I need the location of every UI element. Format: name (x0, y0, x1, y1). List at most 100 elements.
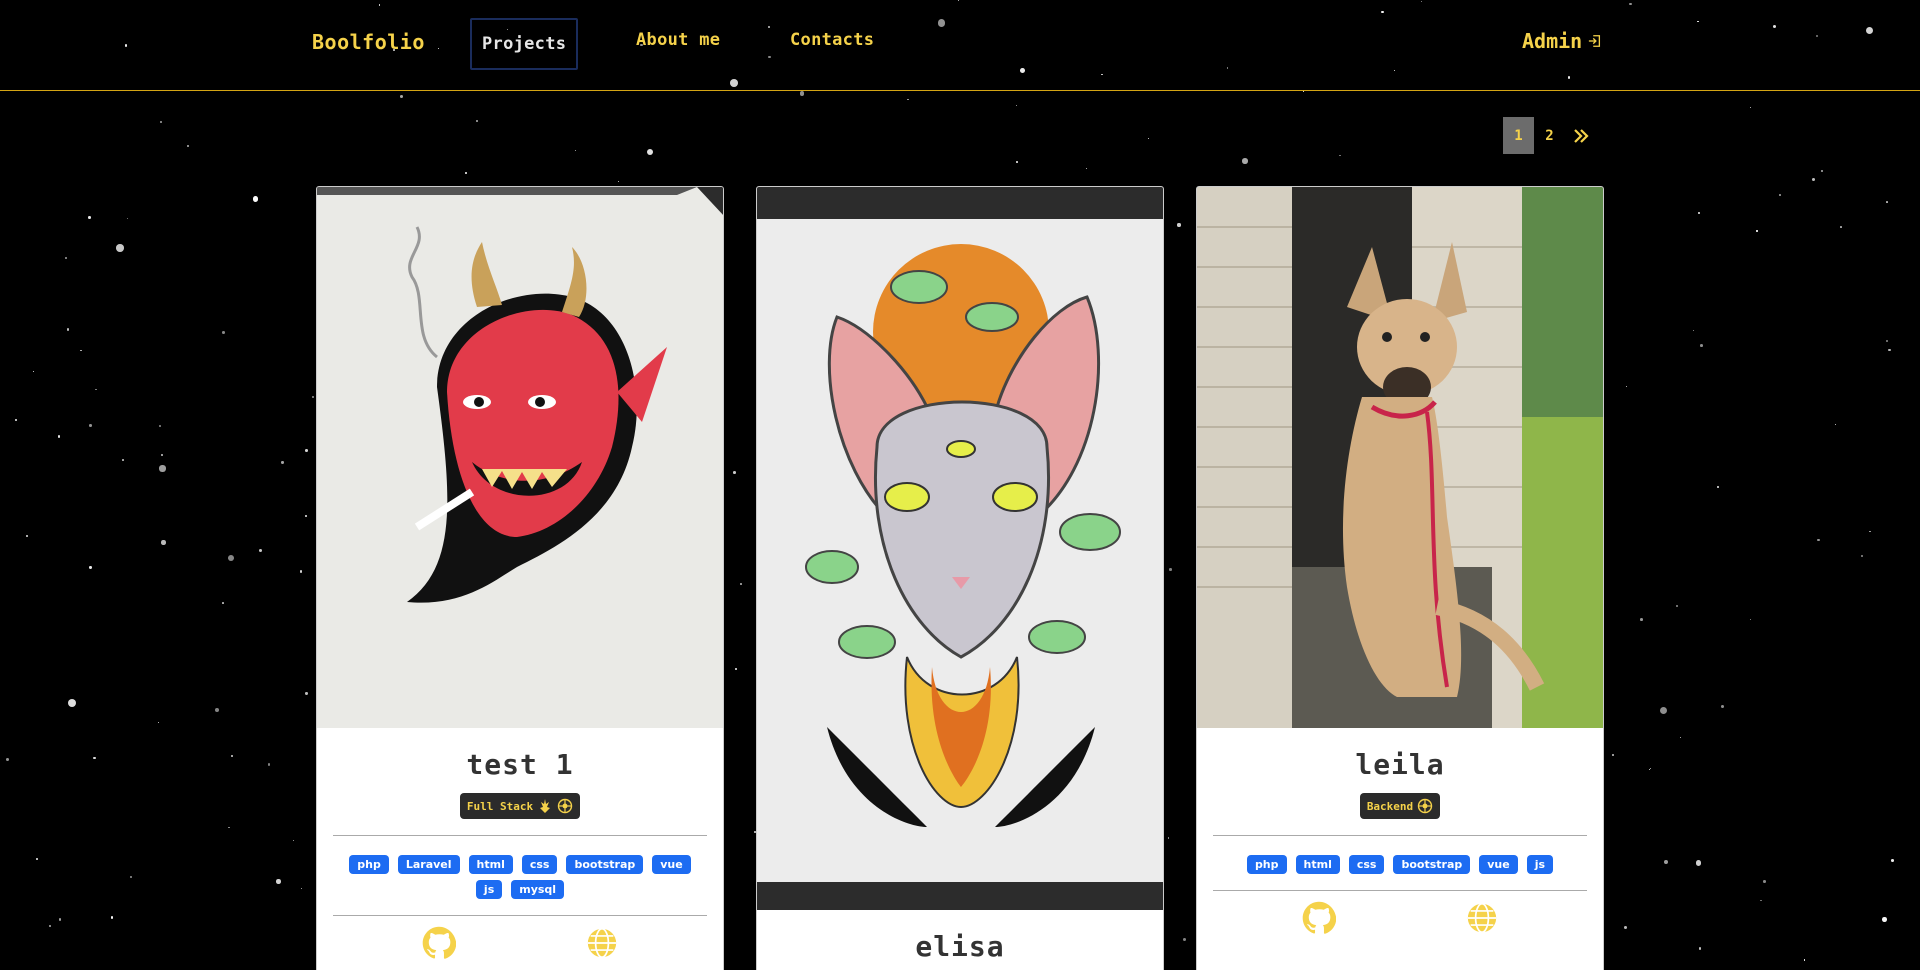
star (281, 461, 284, 464)
star (228, 554, 235, 561)
star (126, 217, 129, 220)
star (1763, 880, 1766, 884)
github-icon (1302, 901, 1336, 934)
star (1086, 168, 1088, 170)
globe-icon (1467, 902, 1496, 934)
star (58, 918, 62, 921)
star (49, 925, 51, 928)
star (617, 180, 619, 182)
star (160, 453, 163, 456)
admin-login-link[interactable]: Admin (1522, 29, 1602, 53)
star (57, 435, 61, 438)
star (222, 331, 226, 335)
star (122, 459, 125, 461)
tech-tags: php html css bootstrap vue js (1197, 836, 1603, 874)
project-image (757, 187, 1163, 910)
star (1242, 158, 1248, 165)
star (1692, 329, 1695, 332)
tech-tag: vue (652, 855, 691, 874)
star (1699, 947, 1702, 950)
star (734, 667, 738, 671)
project-card-body: leila Backend php html css bootstrap vue… (1197, 728, 1603, 939)
project-type-label: Backend (1366, 799, 1414, 813)
star (267, 763, 271, 767)
star (161, 540, 166, 545)
star (301, 888, 303, 890)
star (740, 582, 743, 585)
tech-tag: html (1295, 855, 1340, 874)
star (231, 755, 234, 758)
tech-tag: css (1348, 855, 1385, 874)
project-card-body: test 1 Full Stack php Laravel html css b… (317, 728, 723, 964)
star (1649, 769, 1651, 771)
tech-tag: js (1526, 855, 1554, 874)
project-type-label: Full Stack (466, 799, 534, 813)
website-link[interactable] (585, 926, 619, 964)
star (1625, 385, 1628, 388)
project-links (1197, 891, 1603, 939)
star (1659, 706, 1668, 715)
star (1756, 230, 1758, 232)
page-1-link[interactable]: 1 (1503, 117, 1534, 154)
star (305, 692, 308, 695)
star (1861, 554, 1864, 557)
website-link[interactable] (1465, 901, 1499, 939)
star (464, 171, 468, 174)
nav-link-about-me[interactable]: About me (636, 30, 720, 50)
star (575, 150, 577, 152)
star (1640, 618, 1644, 622)
star (252, 195, 259, 202)
nav-link-projects[interactable]: Projects (470, 18, 579, 70)
star (1817, 538, 1821, 542)
star (907, 98, 910, 101)
tech-tag: Laravel (397, 855, 460, 874)
star (1177, 223, 1181, 227)
star (292, 840, 295, 842)
star (157, 721, 159, 724)
star (95, 388, 98, 391)
next-page-link[interactable] (1565, 117, 1596, 154)
tech-tag: html (468, 855, 513, 874)
star (1167, 837, 1169, 839)
double-chevron-right-icon (1573, 128, 1589, 143)
admin-label: Admin (1522, 29, 1583, 53)
github-icon (422, 926, 456, 959)
star (222, 602, 224, 604)
star (14, 419, 17, 422)
brand-logo[interactable]: Boolfolio (312, 30, 425, 54)
star (1885, 339, 1888, 342)
star (88, 215, 91, 219)
star (89, 566, 92, 569)
tech-tag: bootstrap (566, 855, 644, 874)
star (1698, 211, 1701, 214)
star (1169, 568, 1172, 571)
star (1821, 170, 1823, 172)
star (1182, 938, 1186, 942)
project-links (317, 916, 723, 964)
star (1803, 959, 1806, 961)
star (1650, 768, 1652, 770)
project-image (1197, 187, 1603, 728)
project-image (317, 187, 723, 728)
star (227, 826, 230, 829)
globe-icon (587, 927, 616, 959)
github-link[interactable] (422, 926, 456, 964)
star (1749, 106, 1751, 109)
nav-link-contacts[interactable]: Contacts (790, 30, 874, 50)
project-type-badge: Full Stack (459, 793, 581, 819)
star (311, 396, 314, 399)
star (1885, 201, 1888, 204)
star (68, 698, 77, 707)
star (1611, 754, 1615, 757)
star (276, 879, 281, 884)
star (5, 758, 9, 762)
star (80, 349, 82, 352)
star (799, 91, 805, 96)
page-2-link[interactable]: 2 (1534, 117, 1565, 154)
github-link[interactable] (1302, 901, 1336, 939)
jedi-icon (540, 799, 551, 813)
star (1868, 530, 1871, 533)
star (305, 449, 308, 452)
star (476, 120, 479, 123)
star (1891, 859, 1895, 862)
